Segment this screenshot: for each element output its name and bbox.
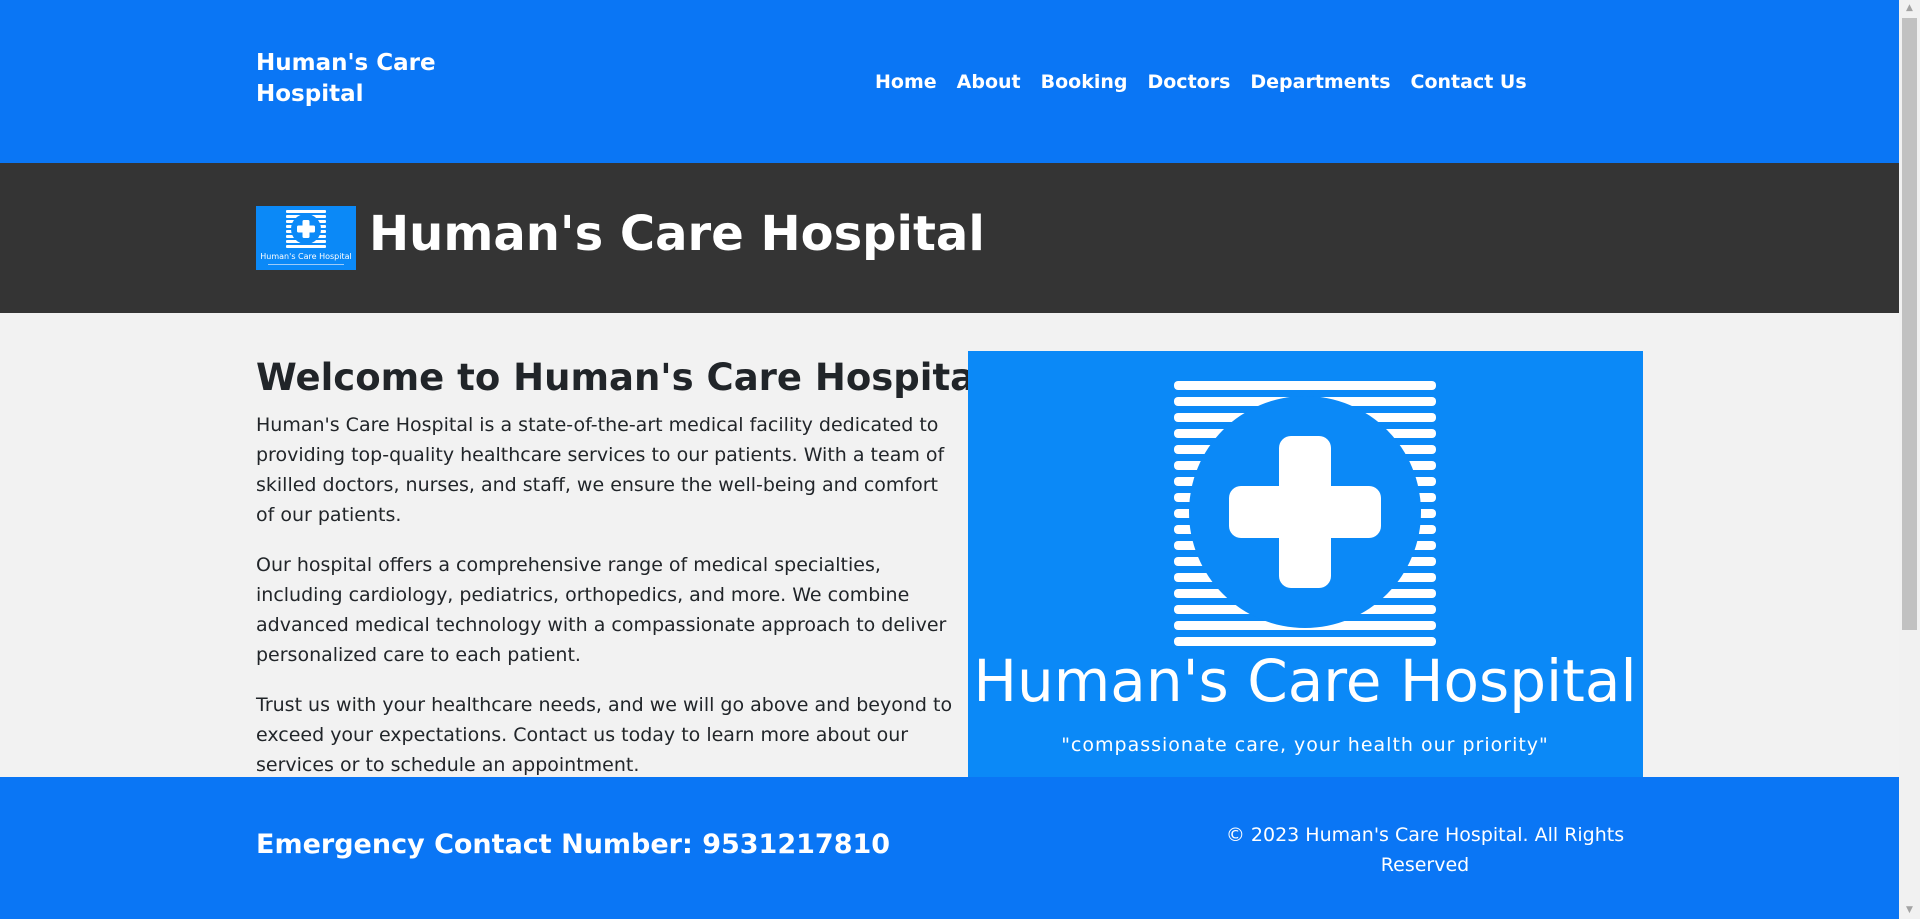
nav-link-doctors[interactable]: Doctors [1147, 68, 1230, 96]
small-logo-text: Human's Care Hospital [260, 252, 351, 261]
intro-paragraph: Human's Care Hospital is a state-of-the-… [256, 414, 945, 526]
hospital-logo-small: Human's Care Hospital [256, 206, 356, 270]
footer: Emergency Contact Number: 9531217810 © 2… [0, 777, 1899, 919]
hero-logo-tagline: "compassionate care, your health our pri… [1061, 734, 1549, 756]
emergency-contact: Emergency Contact Number: 9531217810 [256, 829, 891, 860]
hospital-logo-large: Human's Care Hospital "compassionate car… [968, 351, 1643, 777]
trust-paragraph: Trust us with your healthcare needs, and… [256, 694, 953, 776]
page-title: Human's Care Hospital [369, 206, 985, 262]
welcome-heading: Welcome to Human's Care Hospital [256, 356, 988, 399]
specialties-paragraph: Our hospital offers a comprehensive rang… [256, 554, 947, 666]
scroll-down-arrow-icon[interactable]: ▼ [1899, 902, 1920, 919]
main-nav: Home About Booking Doctors Departments C… [875, 68, 1527, 96]
vertical-scrollbar[interactable]: ▲ ▼ [1899, 0, 1920, 919]
navbar-brand[interactable]: Human's Care Hospital [256, 48, 456, 110]
title-band: Human's Care Hospital Human's Care Hospi… [0, 163, 1899, 313]
nav-link-contact-us[interactable]: Contact Us [1411, 68, 1527, 96]
nav-link-booking[interactable]: Booking [1041, 68, 1128, 96]
nav-link-home[interactable]: Home [875, 68, 937, 96]
hero-logo-name: Human's Care Hospital [973, 647, 1636, 715]
scrollbar-thumb[interactable] [1902, 18, 1917, 630]
main-content: Welcome to Human's Care Hospital Human's… [256, 313, 1644, 777]
nav-link-departments[interactable]: Departments [1250, 68, 1390, 96]
navbar: Human's Care Hospital Home About Booking… [0, 0, 1899, 163]
nav-link-about[interactable]: About [957, 68, 1021, 96]
copyright-notice: © 2023 Human's Care Hospital. All Rights… [1225, 824, 1625, 876]
scroll-up-arrow-icon[interactable]: ▲ [1899, 0, 1920, 17]
